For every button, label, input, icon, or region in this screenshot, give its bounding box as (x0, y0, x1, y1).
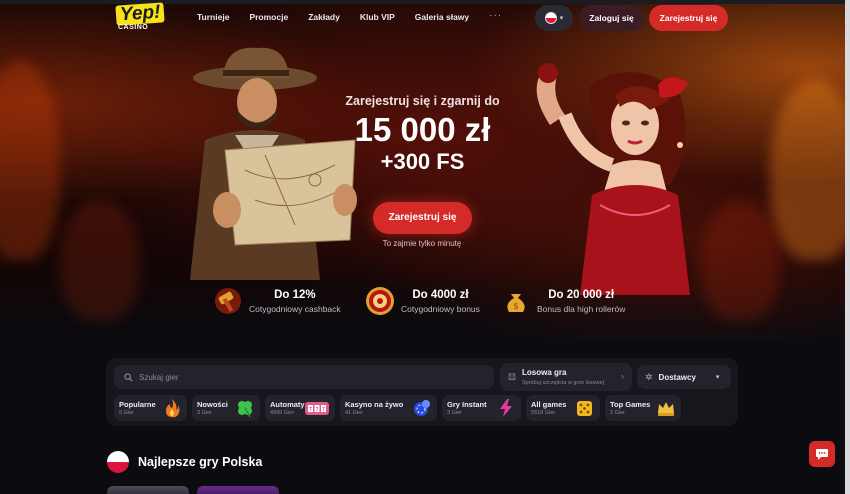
category-count: 5518 Gier (531, 410, 556, 416)
nav-item-turnieje[interactable]: Turnieje (197, 12, 229, 22)
game-thumbnail[interactable] (197, 486, 279, 494)
benefit-weekly-bonus: Do 4000 zł Cotygodniowy bonus (365, 286, 480, 316)
crown-icon (658, 402, 674, 416)
benefit-title: Do 4000 zł (412, 288, 469, 301)
providers-label: Dostawcy (658, 372, 696, 382)
category-name: Popularne (119, 400, 156, 409)
benefit-title: Do 20 000 zł (548, 288, 615, 301)
hammer-icon (213, 286, 243, 316)
register-button[interactable]: Zarejestruj się (649, 5, 728, 31)
category-count: 41 Gier (345, 410, 364, 416)
logo-wordmark: Yep! (115, 2, 166, 26)
clover-icon (238, 401, 252, 418)
category-list: Popularne 5 Gier Nowości 3 Gier Automaty… (114, 395, 681, 421)
main-nav: Turnieje Promocje Zakłady Klub VIP Galer… (197, 10, 502, 22)
poland-flag-icon (107, 451, 129, 473)
dartboard-icon (365, 286, 395, 316)
category-gry-instant[interactable]: Gry Instant 3 Gier (442, 395, 521, 421)
providers-icon: ✲ (645, 371, 653, 382)
category-name: Gry Instant (447, 400, 487, 409)
hero-free-spins: +300 FS (380, 149, 465, 174)
random-game-button[interactable]: ⚄ Losowa gra Spróbuj szczęścia w grze lo… (500, 363, 632, 391)
chevron-right-icon: › (621, 371, 624, 381)
nav-item-zaklady[interactable]: Zakłady (308, 12, 340, 22)
category-nowosci[interactable]: Nowości 3 Gier (192, 395, 260, 421)
svg-text:$: $ (513, 302, 519, 312)
benefit-description: Bonus dla high rollerów (537, 303, 626, 314)
category-name: Automaty (270, 400, 305, 409)
nav-item-klub-vip[interactable]: Klub VIP (360, 12, 395, 22)
shuffle-icon: ⚄ (508, 372, 516, 382)
live-chat-button[interactable] (809, 441, 835, 467)
category-automaty[interactable]: Automaty 4999 Gier 777 (265, 395, 335, 421)
category-count: 5 Gier (119, 410, 134, 416)
search-input[interactable]: Szukaj gier (114, 365, 494, 389)
search-icon (124, 372, 133, 382)
benefit-high-roller: $ Do 20 000 zł Bonus dla high rollerów (501, 286, 625, 316)
site-header: Yep! CASINO Turnieje Promocje Zakłady Kl… (0, 0, 850, 36)
benefit-description: Cotygodniowy bonus (401, 303, 480, 314)
benefit-description: Cotygodniowy cashback (249, 303, 341, 314)
benefit-title: Do 12% (274, 288, 316, 301)
svg-text:7: 7 (322, 407, 325, 413)
hero-bonus-amount: 15 000 zł (354, 111, 491, 148)
more-icon[interactable]: ··· (489, 10, 502, 22)
hero-subtitle: Zarejestruj się i zgarnij do (345, 94, 500, 108)
lightning-icon (500, 399, 512, 417)
category-name: All games (531, 400, 567, 409)
search-placeholder: Szukaj gier (139, 372, 179, 382)
category-count: 4999 Gier (270, 410, 295, 416)
scrollbar-track[interactable] (845, 0, 850, 494)
section-title: Najlepsze gry Polska (138, 455, 263, 469)
category-all-games[interactable]: All games 5518 Gier (526, 395, 600, 421)
dice-icon (577, 401, 592, 416)
casino-logo[interactable]: Yep! CASINO (115, 2, 172, 32)
money-bag-icon: $ (501, 286, 531, 316)
svg-text:7: 7 (309, 407, 312, 413)
chevron-down-icon: ▾ (559, 15, 564, 22)
category-name: Top Games (610, 400, 651, 409)
category-name: Kasyno na żywo (345, 400, 404, 409)
benefit-cashback: Do 12% Cotygodniowy cashback (213, 286, 341, 316)
game-filter-bar: Szukaj gier ⚄ Losowa gra Spróbuj szczęśc… (106, 358, 738, 426)
category-count: 3 Gier (197, 410, 212, 416)
hero-register-button[interactable]: Zarejestruj się (373, 202, 472, 234)
nav-item-galeria-slawy[interactable]: Galeria sławy (415, 12, 469, 22)
logo-subtitle: CASINO (118, 24, 149, 31)
hero-offer: Zarejestruj się i zgarnij do 15 000 zł +… (320, 94, 525, 175)
nav-item-promocje[interactable]: Promocje (249, 12, 288, 22)
random-game-title: Losowa gra (522, 368, 567, 377)
category-name: Nowości (197, 400, 228, 409)
woman-character-illustration (536, 63, 690, 295)
hero-note: To zajmie tylko minutę (382, 239, 462, 248)
login-button[interactable]: Zaloguj się (579, 5, 644, 31)
providers-dropdown[interactable]: ✲ Dostawcy ▾ (637, 365, 731, 389)
poker-chips-icon (414, 400, 430, 416)
category-kasyno-na-zywo[interactable]: Kasyno na żywo 41 Gier (340, 395, 437, 421)
random-game-subtitle: Spróbuj szczęścia w grze losowej (522, 380, 604, 386)
category-popularne[interactable]: Popularne 5 Gier (114, 395, 187, 421)
poland-flag-icon (544, 12, 557, 24)
fire-icon (166, 399, 180, 418)
language-selector[interactable]: ▾ (535, 5, 573, 31)
chat-bubble-icon (816, 448, 828, 460)
svg-text:7: 7 (315, 407, 318, 413)
game-thumbnails (107, 486, 279, 494)
category-top-games[interactable]: Top Games 2 Gier (605, 395, 681, 421)
category-count: 3 Gier (447, 410, 462, 416)
game-thumbnail[interactable] (107, 486, 189, 494)
chevron-down-icon: ▾ (715, 374, 720, 381)
section-header: Najlepsze gry Polska (107, 451, 262, 473)
slot-machine-icon: 777 (305, 402, 329, 415)
category-count: 2 Gier (610, 410, 625, 416)
